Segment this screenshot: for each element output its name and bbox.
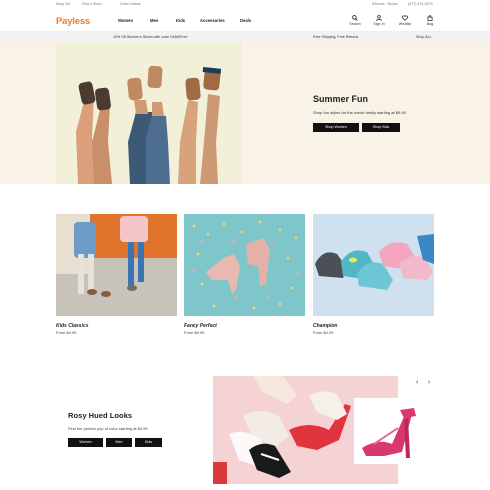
shop-kids-button[interactable]: Shop Kids [362,123,400,132]
util-link-2[interactable]: Find a Store [82,2,102,6]
nav-accessories[interactable]: Accessories [200,18,225,23]
card-title-fancy[interactable]: Fancy Perfect [184,323,217,329]
hero-title: Summer Fun [313,94,369,104]
sign-in-label: Sign In [373,22,385,26]
account-links[interactable]: Returns · Books [372,2,398,6]
util-link-3[interactable]: Order Status [120,2,140,6]
nav-kids[interactable]: Kids [176,18,185,23]
rosy-inset-image[interactable] [354,398,422,464]
bag-icon [427,15,433,21]
nav-women[interactable]: Women [118,18,133,23]
card-price-kids: From $4.99 [56,330,77,335]
carousel-prev-button[interactable]: ‹ [416,379,418,386]
wishlist-label: Wishlist [398,22,412,26]
rosy-subtitle: Find the perfect pop of color starting a… [68,426,148,431]
sign-in-button[interactable]: Sign In [372,15,386,26]
rosy-women-button[interactable]: Women [68,438,103,447]
hero-banner: Summer Fun Shop fun styles for the whole… [0,42,490,184]
card-title-kids[interactable]: Kids Classics [56,323,89,329]
nav-men[interactable]: Men [150,18,158,23]
hero-legs-image [56,42,242,184]
kids-classics-image [56,214,177,316]
card-image-fancy[interactable] [184,214,305,316]
fancy-perfect-image [184,214,305,316]
rosy-kids-button[interactable]: Kids [135,438,162,447]
card-price-fancy: From $9.99 [184,330,205,335]
hero-image[interactable] [56,42,242,184]
nav-deals[interactable]: Deals [240,18,251,23]
logo[interactable]: Payless [56,16,90,27]
site-header: Payless Women Men Kids Accessories Deals… [0,8,490,32]
card-price-champion: From $4.29 [313,330,334,335]
card-title-champion[interactable]: Champion [313,323,337,329]
rosy-men-button[interactable]: Men [106,438,132,447]
promo-left[interactable]: 15% Off Women's Shoes with code SANDFree [113,35,187,39]
shop-women-button[interactable]: Shop Women [313,123,359,132]
search-button[interactable]: Search [348,15,362,26]
carousel-next-button[interactable]: › [428,379,430,386]
champion-image [313,214,434,316]
card-image-champion[interactable] [313,214,434,316]
phone-number: (877) 474-6379 [408,2,433,6]
search-label: Search [349,22,361,26]
wishlist-button[interactable]: Wishlist [398,15,412,26]
hero-subtitle: Shop fun styles for the whole family sta… [313,110,406,115]
bag-label: Bag [426,22,434,26]
promo-bar: 15% Off Women's Shoes with code SANDFree… [0,32,490,42]
promo-right[interactable]: Shop ALL [416,35,432,39]
user-icon [376,15,382,21]
bag-button[interactable]: Bag [423,15,437,26]
search-icon [352,15,358,21]
promo-middle[interactable]: Free Shipping, Free Returns [313,35,358,39]
utility-bar: Easy Sel Find a Store Order Status Retur… [0,0,490,8]
card-image-kids[interactable] [56,214,177,316]
pink-heel-image [354,398,422,464]
rosy-title: Rosy Hued Looks [68,411,133,420]
heart-icon [402,15,408,21]
util-link-1[interactable]: Easy Sel [56,2,70,6]
